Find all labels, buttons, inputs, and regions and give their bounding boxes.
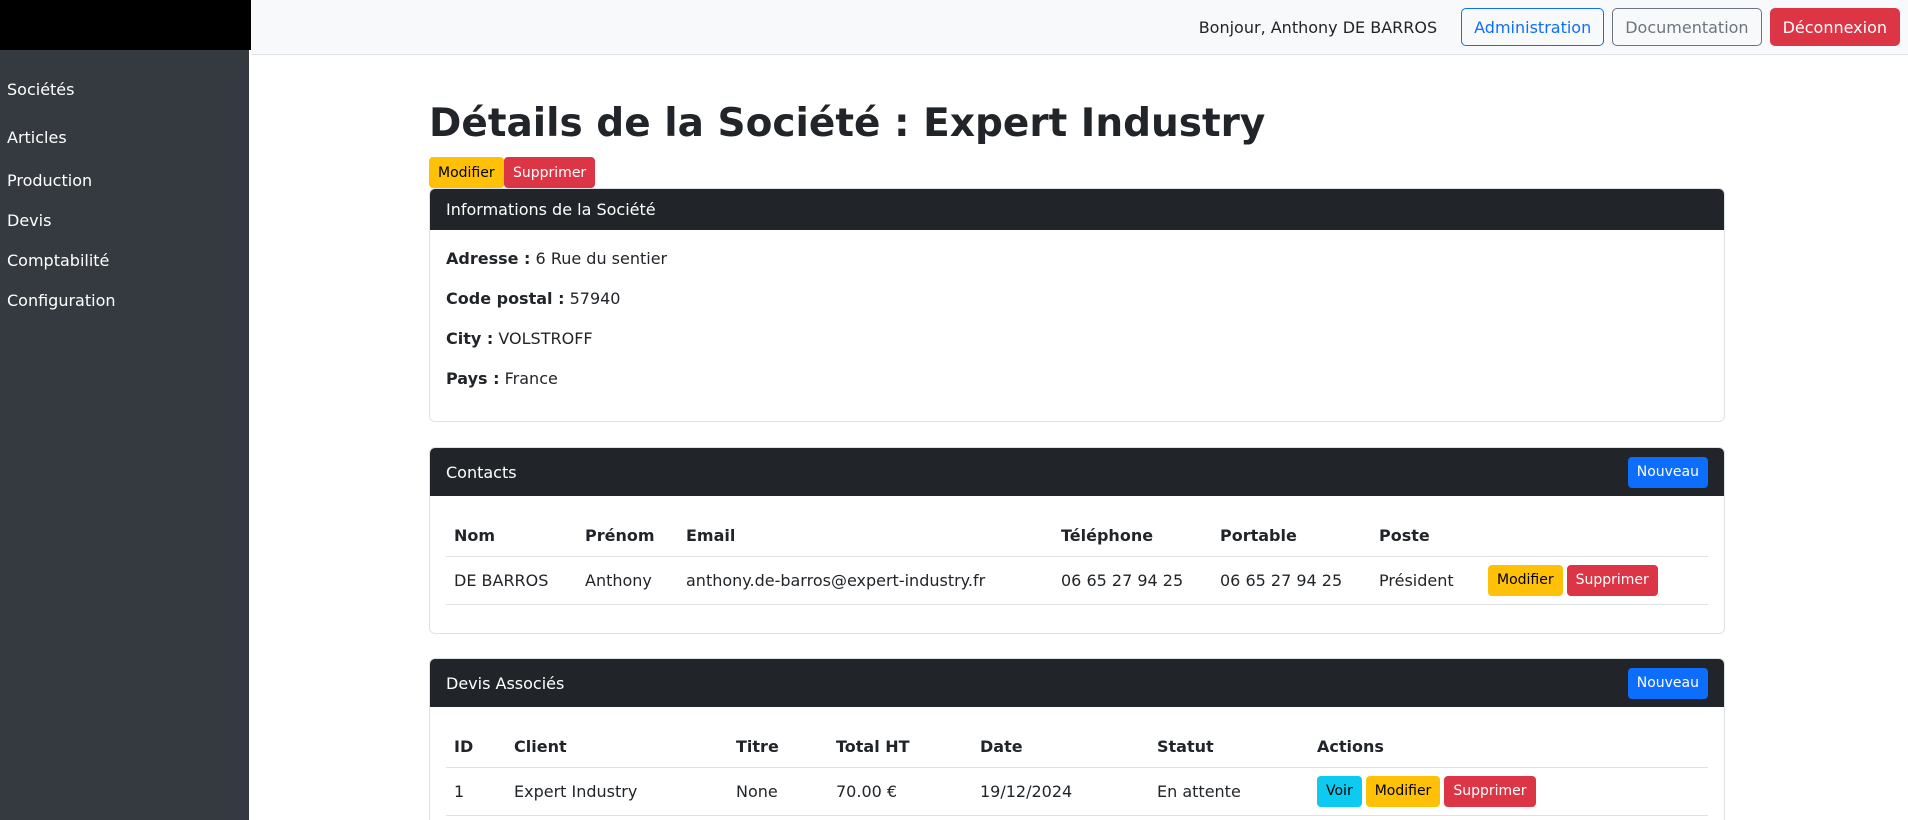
contacts-title: Contacts [446, 462, 517, 482]
quote-client: Expert Industry [506, 767, 728, 816]
column-header-poste: Poste [1371, 516, 1480, 557]
company-info-title: Informations de la Société [446, 200, 656, 219]
table-header-row: ID Client Titre Total HT Date Statut Act… [446, 727, 1708, 768]
address-line: Adresse : 6 Rue du sentier [446, 249, 1708, 269]
top-navbar: Bonjour, Anthony DE BARROS Administratio… [251, 0, 1908, 55]
address-value: 6 Rue du sentier [535, 249, 668, 268]
new-quote-button[interactable]: Nouveau [1627, 667, 1708, 699]
main-content: Détails de la Société : Expert Industry … [249, 55, 1908, 820]
user-greeting: Bonjour, Anthony DE BARROS [1198, 17, 1438, 37]
column-header-telephone: Téléphone [1053, 516, 1212, 557]
column-header-portable: Portable [1212, 516, 1371, 557]
company-info-header: Informations de la Société [430, 189, 1724, 230]
contact-actions: Modifier Supprimer [1488, 564, 1700, 596]
contact-poste: Président [1371, 556, 1480, 605]
contact-prenom: Anthony [577, 556, 678, 605]
quotes-header: Devis Associés Nouveau [430, 659, 1724, 707]
sidebar: Sociétés Articles Production Devis Compt… [0, 50, 249, 820]
column-header-actions: Actions [1309, 727, 1708, 768]
contacts-table: Nom Prénom Email Téléphone Portable Post… [446, 516, 1708, 605]
sidebar-item-devis[interactable]: Devis [7, 211, 51, 230]
delete-company-button[interactable]: Supprimer [504, 157, 596, 188]
column-header-date: Date [972, 727, 1149, 768]
page-title: Détails de la Société : Expert Industry [429, 101, 1266, 146]
contact-telephone: 06 65 27 94 25 [1053, 556, 1212, 605]
contact-portable: 06 65 27 94 25 [1212, 556, 1371, 605]
postal-code-line: Code postal : 57940 [446, 289, 1708, 309]
postal-code-label: Code postal : [446, 289, 565, 308]
sidebar-item-articles[interactable]: Articles [7, 128, 67, 147]
column-header-email: Email [678, 516, 1053, 557]
table-row: DE BARROS Anthony anthony.de-barros@expe… [446, 556, 1708, 605]
brand-logo [0, 0, 251, 50]
contact-nom: DE BARROS [446, 556, 577, 605]
sidebar-item-configuration[interactable]: Configuration [7, 291, 116, 310]
contact-email: anthony.de-barros@expert-industry.fr [678, 556, 1053, 605]
delete-quote-button[interactable]: Supprimer [1444, 775, 1536, 807]
sidebar-item-societes[interactable]: Sociétés [7, 80, 74, 99]
column-header-total: Total HT [828, 727, 972, 768]
edit-contact-button[interactable]: Modifier [1488, 564, 1563, 596]
quotes-title: Devis Associés [446, 673, 565, 693]
new-contact-button[interactable]: Nouveau [1627, 456, 1708, 488]
column-header-statut: Statut [1149, 727, 1309, 768]
column-header-titre: Titre [728, 727, 828, 768]
quote-statut: En attente [1149, 767, 1309, 816]
address-label: Adresse : [446, 249, 531, 268]
quote-titre: None [728, 767, 828, 816]
edit-quote-button[interactable]: Modifier [1365, 775, 1441, 807]
column-header-client: Client [506, 727, 728, 768]
city-line: City : VOLSTROFF [446, 329, 1708, 349]
country-label: Pays : [446, 369, 500, 388]
table-row: 1 Expert Industry None 70.00 € 19/12/202… [446, 767, 1708, 816]
documentation-button[interactable]: Documentation [1612, 8, 1762, 46]
column-header-prenom: Prénom [577, 516, 678, 557]
sidebar-item-comptabilite[interactable]: Comptabilité [7, 251, 109, 270]
quotes-table: ID Client Titre Total HT Date Statut Act… [446, 727, 1708, 816]
postal-code-value: 57940 [569, 289, 621, 308]
country-line: Pays : France [446, 369, 1708, 389]
company-info-card: Informations de la Société Adresse : 6 R… [429, 188, 1725, 422]
column-header-nom: Nom [446, 516, 577, 557]
quote-id: 1 [446, 767, 506, 816]
quote-date: 19/12/2024 [972, 767, 1149, 816]
column-header-id: ID [446, 727, 506, 768]
quote-actions: Voir Modifier Supprimer [1317, 775, 1700, 807]
table-header-row: Nom Prénom Email Téléphone Portable Post… [446, 516, 1708, 557]
edit-company-button[interactable]: Modifier [429, 157, 504, 188]
city-label: City : [446, 329, 494, 348]
contacts-card: Contacts Nouveau Nom Prénom Email Téléph… [429, 447, 1725, 634]
contacts-header: Contacts Nouveau [430, 448, 1724, 496]
administration-button[interactable]: Administration [1461, 8, 1605, 46]
view-quote-button[interactable]: Voir [1317, 775, 1362, 807]
quote-total: 70.00 € [828, 767, 972, 816]
logout-button[interactable]: Déconnexion [1769, 8, 1900, 46]
city-value: VOLSTROFF [498, 329, 593, 348]
delete-contact-button[interactable]: Supprimer [1566, 564, 1658, 596]
quotes-card: Devis Associés Nouveau ID Client Titre T… [429, 658, 1725, 820]
country-value: France [504, 369, 558, 388]
column-header-actions [1480, 516, 1708, 557]
sidebar-item-production[interactable]: Production [7, 171, 92, 190]
